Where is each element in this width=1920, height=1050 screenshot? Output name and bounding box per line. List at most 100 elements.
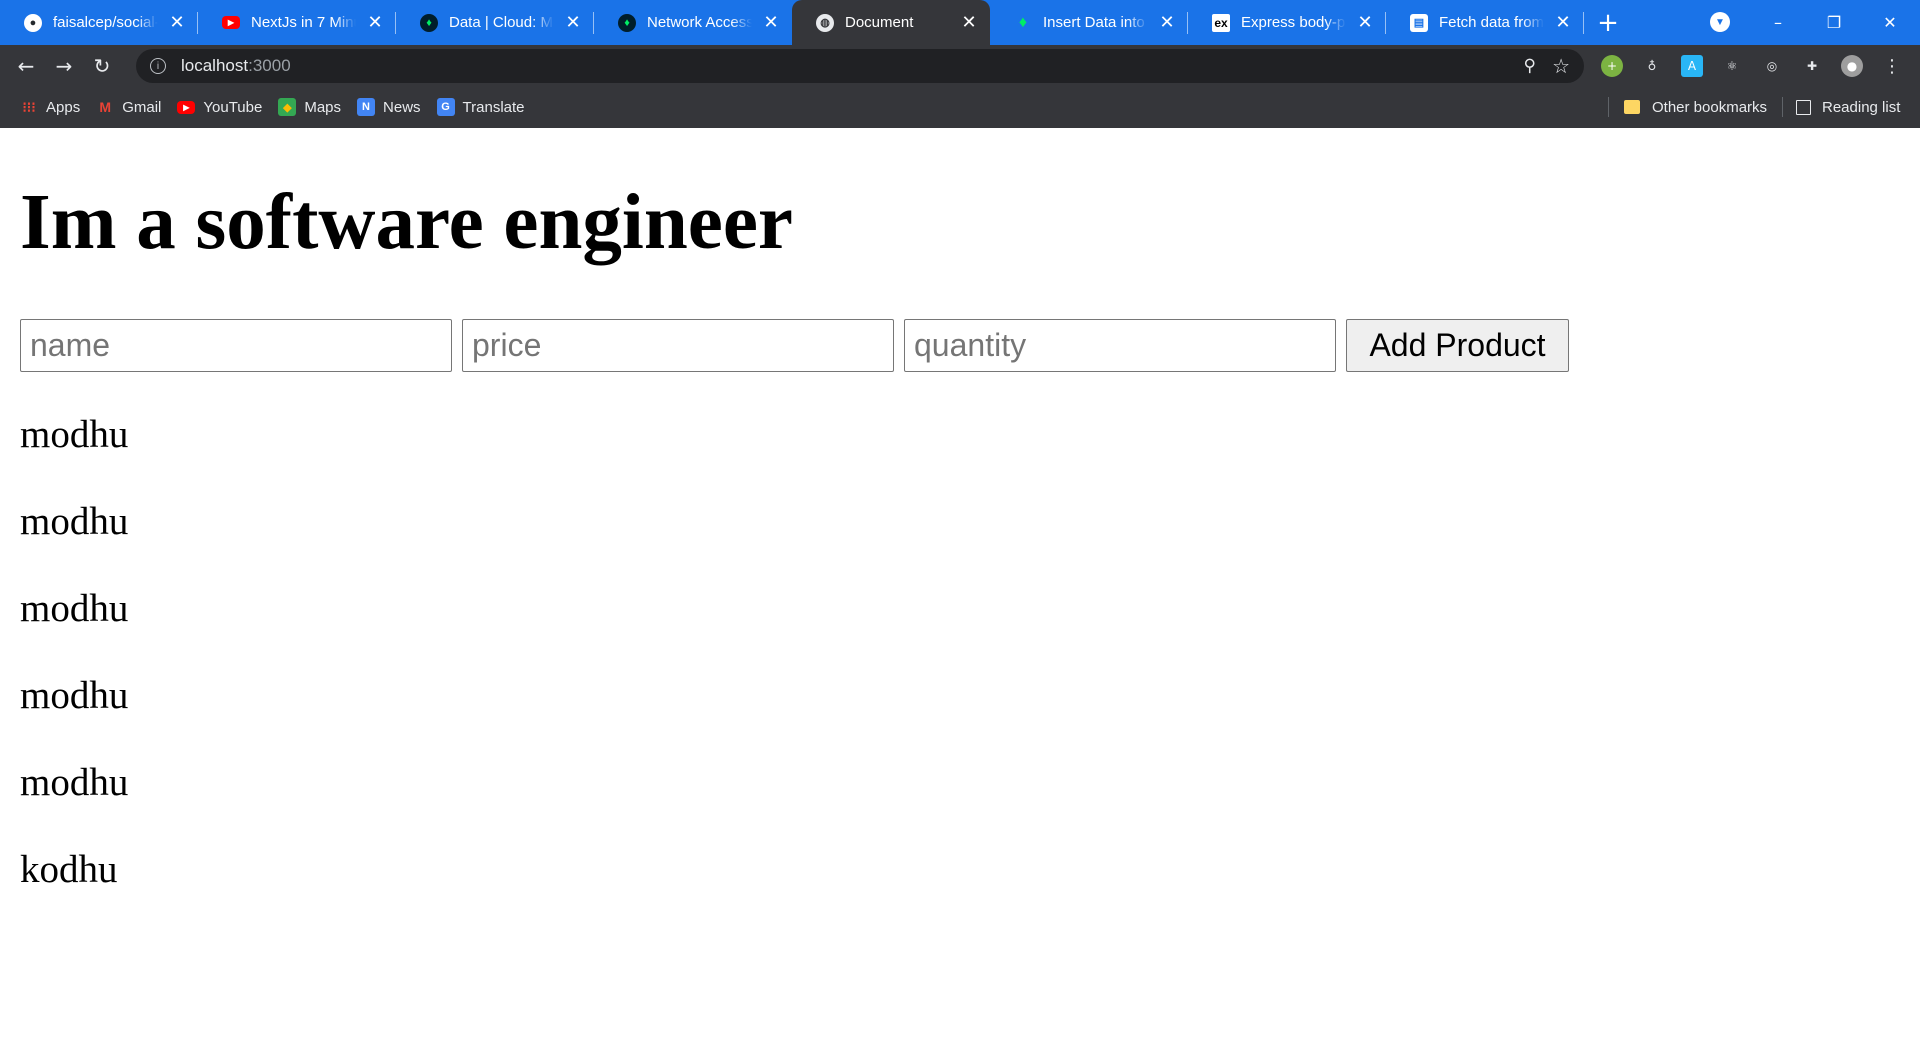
reading-list-label: Reading list [1822,98,1901,116]
reading-list[interactable]: Reading list [1796,86,1900,128]
address-url: localhost:3000 [181,56,291,76]
tab-title: NextJs in 7 Minutes [251,14,356,31]
translate-icon: G [436,98,455,116]
extension-lightbulb-icon[interactable]: ♁ [1641,55,1663,77]
extensions-puzzle-icon[interactable]: ✚ [1801,55,1823,77]
bookmark-label: Apps [46,98,81,116]
tab-list: ● faisalcep/social-bu ✕ ▶ NextJs in 7 Mi… [0,0,1584,45]
globe-icon: ◍ [816,13,834,32]
product-item: modhu [20,761,129,804]
product-item: kodhu [20,848,118,891]
tab-title: Express body-parser [1241,14,1346,31]
bookmark-maps[interactable]: ◆ Maps [278,98,341,116]
product-item: modhu [20,500,129,543]
minimize-button[interactable]: – [1750,0,1806,45]
product-item: modhu [20,674,129,717]
page-content: Im a software engineer Add Product modhu… [0,183,1920,937]
gmail-icon: M [99,99,112,115]
tab-insert-data[interactable]: ♦ Insert Data into MongoDB ✕ [990,0,1188,45]
tab-title: faisalcep/social-bu [53,14,158,31]
bookmark-youtube[interactable]: ▶ YouTube [177,99,262,116]
page-heading: Im a software engineer [20,179,793,266]
tab-title: Data | Cloud: MongoDB [449,14,554,31]
quantity-input[interactable] [904,319,1336,372]
browser-toolbar: ← → ↻ i localhost:3000 ⚲ ☆ + ♁ A ⚛ ◎ ✚ ●… [0,45,1920,86]
extension-appstore-icon[interactable]: A [1681,55,1703,77]
apps-grid-icon: ⁝⁝⁝ [22,98,36,115]
tab-youtube[interactable]: ▶ NextJs in 7 Minutes ✕ [198,0,396,45]
back-button[interactable]: ← [10,50,42,82]
tab-network-access[interactable]: ♦ Network Access | Cloud ✕ [594,0,792,45]
maps-icon: ◆ [278,98,297,116]
bookmarks-divider [1608,97,1609,117]
mongodb-leaf-icon: ♦ [420,13,438,32]
bookmark-label: Translate [462,98,525,116]
close-icon[interactable]: ✕ [1552,12,1574,33]
close-icon[interactable]: ✕ [1354,12,1376,33]
tab-separator [1583,12,1584,34]
add-product-button[interactable]: Add Product [1346,319,1569,372]
express-icon: ex [1212,13,1230,32]
page-icon: ▤ [1410,13,1428,32]
name-input[interactable] [20,319,452,372]
close-icon[interactable]: ✕ [166,12,188,33]
mongodb-leaf-icon: ♦ [1018,13,1028,31]
menu-kebab-icon[interactable]: ⋮ [1881,55,1903,77]
reload-button[interactable]: ↻ [86,50,118,82]
github-icon: ● [24,13,42,32]
tab-title: Document [845,14,914,31]
youtube-icon: ▶ [177,100,196,114]
news-icon: N [357,98,376,116]
close-icon[interactable]: ✕ [958,12,980,33]
bookmark-label: News [383,98,421,116]
profile-avatar[interactable]: ● [1841,55,1863,77]
tab-mongodb-data[interactable]: ♦ Data | Cloud: MongoDB ✕ [396,0,594,45]
tab-document[interactable]: ◍ Document ✕ [792,0,990,45]
close-icon[interactable]: ✕ [1156,12,1178,33]
product-item: modhu [20,413,129,456]
tab-strip: ● faisalcep/social-bu ✕ ▶ NextJs in 7 Mi… [0,0,1920,45]
bookmark-gmail[interactable]: M Gmail [96,98,161,116]
extension-react-icon[interactable]: ⚛ [1721,55,1743,77]
close-icon[interactable]: ✕ [760,12,782,33]
site-info-icon[interactable]: i [150,58,166,74]
bookmark-news[interactable]: N News [357,98,421,116]
other-bookmarks[interactable]: Other bookmarks [1624,86,1767,128]
youtube-icon: ▶ [222,16,240,29]
price-input[interactable] [462,319,894,372]
url-host: localhost [181,56,249,75]
bookmark-star-icon[interactable]: ☆ [1552,54,1570,79]
zoom-icon[interactable]: ⚲ [1524,56,1536,76]
reading-list-icon [1796,99,1811,115]
product-list: modhu modhu modhu modhu modhu kodhu [20,415,1900,937]
bookmark-label: Gmail [122,98,162,116]
tab-github[interactable]: ● faisalcep/social-bu ✕ [0,0,198,45]
add-product-form: Add Product [20,319,1900,372]
url-port: :3000 [248,56,291,75]
address-bar[interactable]: i localhost:3000 ⚲ ☆ [136,49,1584,83]
folder-icon [1624,100,1640,114]
mongodb-leaf-icon: ♦ [618,13,636,32]
bookmark-label: Maps [304,98,342,116]
tab-express[interactable]: ex Express body-parser ✕ [1188,0,1386,45]
bookmark-label: YouTube [203,98,263,116]
forward-button[interactable]: → [48,50,80,82]
bookmark-apps[interactable]: ⁝⁝⁝ Apps [20,98,80,116]
tab-title: Fetch data from MongoDB [1439,14,1544,31]
tab-title: Insert Data into MongoDB [1043,14,1148,31]
bookmarks-divider [1782,97,1783,117]
new-tab-button[interactable]: + [1584,8,1632,38]
tab-search-icon[interactable]: ▼ [1710,12,1730,32]
restore-button[interactable]: ❐ [1806,0,1862,45]
close-icon[interactable]: ✕ [562,12,584,33]
bookmarks-bar: ⁝⁝⁝ Apps M Gmail ▶ YouTube ◆ Maps N News… [0,86,1920,128]
tab-fetch-data[interactable]: ▤ Fetch data from MongoDB ✕ [1386,0,1584,45]
extension-target-icon[interactable]: ◎ [1761,55,1783,77]
extension-plus-icon[interactable]: + [1601,55,1623,77]
tab-title: Network Access | Cloud [647,14,752,31]
other-bookmarks-label: Other bookmarks [1652,98,1768,116]
bookmark-translate[interactable]: G Translate [436,98,525,116]
window-close-button[interactable]: ✕ [1862,0,1918,45]
product-item: modhu [20,587,129,630]
close-icon[interactable]: ✕ [364,12,386,33]
